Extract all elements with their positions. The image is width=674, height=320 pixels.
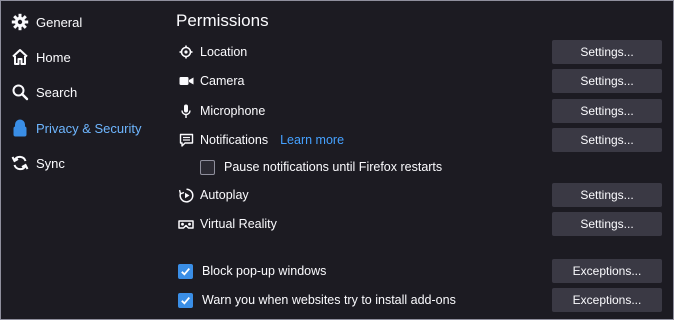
virtual-reality-settings-button[interactable]: Settings... bbox=[552, 212, 662, 236]
search-icon bbox=[11, 83, 29, 101]
location-row: Location bbox=[178, 42, 247, 62]
sidebar-item-search[interactable]: Search bbox=[11, 79, 77, 105]
lock-icon bbox=[11, 119, 29, 137]
sidebar-item-label: Search bbox=[36, 84, 78, 100]
block-popups-label[interactable]: Block pop-up windows bbox=[202, 264, 326, 278]
microphone-settings-button[interactable]: Settings... bbox=[552, 99, 662, 123]
microphone-icon bbox=[178, 103, 194, 119]
permissions-section: Permissions Location Settings... Camera … bbox=[176, 1, 673, 319]
sidebar-item-home[interactable]: Home bbox=[11, 44, 71, 70]
autoplay-label: Autoplay bbox=[200, 188, 249, 202]
camera-settings-button[interactable]: Settings... bbox=[552, 69, 662, 93]
sync-icon bbox=[11, 154, 29, 172]
notifications-row: Notifications Learn more bbox=[178, 130, 344, 150]
autoplay-icon bbox=[178, 187, 194, 203]
pause-notifications-checkbox[interactable] bbox=[200, 159, 215, 175]
sidebar-item-general[interactable]: General bbox=[11, 9, 82, 35]
sidebar-item-label: Home bbox=[36, 49, 71, 65]
microphone-row: Microphone bbox=[178, 101, 265, 121]
sidebar-item-sync[interactable]: Sync bbox=[11, 150, 65, 176]
camera-label: Camera bbox=[200, 74, 245, 88]
location-label: Location bbox=[200, 45, 248, 59]
vr-headset-icon bbox=[178, 216, 194, 232]
block-popups-exceptions-button[interactable]: Exceptions... bbox=[552, 259, 662, 283]
notifications-label: Notifications bbox=[200, 133, 269, 147]
warn-addons-checkbox[interactable] bbox=[178, 292, 193, 308]
location-settings-button[interactable]: Settings... bbox=[552, 40, 662, 64]
learn-more-link[interactable]: Learn more bbox=[280, 133, 344, 147]
virtual-reality-row: Virtual Reality bbox=[178, 214, 277, 234]
section-title: Permissions bbox=[176, 11, 269, 30]
pause-notifications-row: Pause notifications until Firefox restar… bbox=[200, 157, 442, 177]
gear-icon bbox=[11, 13, 29, 31]
warn-addons-label[interactable]: Warn you when websites try to install ad… bbox=[202, 293, 456, 307]
sidebar-item-label: Sync bbox=[36, 155, 65, 171]
virtual-reality-label: Virtual Reality bbox=[200, 217, 277, 231]
checkmark-icon bbox=[181, 296, 190, 305]
sidebar: General Home Search Privacy & Security S… bbox=[1, 1, 161, 319]
home-icon bbox=[11, 48, 29, 66]
camera-icon bbox=[178, 73, 194, 89]
preferences-window: General Home Search Privacy & Security S… bbox=[0, 0, 674, 320]
camera-row: Camera bbox=[178, 71, 244, 91]
microphone-label: Microphone bbox=[200, 104, 266, 118]
warn-addons-row: Warn you when websites try to install ad… bbox=[178, 290, 456, 310]
autoplay-settings-button[interactable]: Settings... bbox=[552, 183, 662, 207]
location-icon bbox=[178, 44, 194, 60]
autoplay-row: Autoplay bbox=[178, 185, 249, 205]
block-popups-checkbox[interactable] bbox=[178, 263, 193, 279]
notification-icon bbox=[178, 132, 194, 148]
notifications-settings-button[interactable]: Settings... bbox=[552, 128, 662, 152]
pause-notifications-label[interactable]: Pause notifications until Firefox restar… bbox=[224, 160, 442, 174]
checkmark-icon bbox=[181, 267, 190, 276]
sidebar-item-privacy-security[interactable]: Privacy & Security bbox=[11, 115, 141, 141]
block-popups-row: Block pop-up windows bbox=[178, 261, 326, 281]
warn-addons-exceptions-button[interactable]: Exceptions... bbox=[552, 288, 662, 312]
sidebar-item-label: Privacy & Security bbox=[36, 120, 142, 136]
sidebar-item-label: General bbox=[36, 14, 83, 30]
